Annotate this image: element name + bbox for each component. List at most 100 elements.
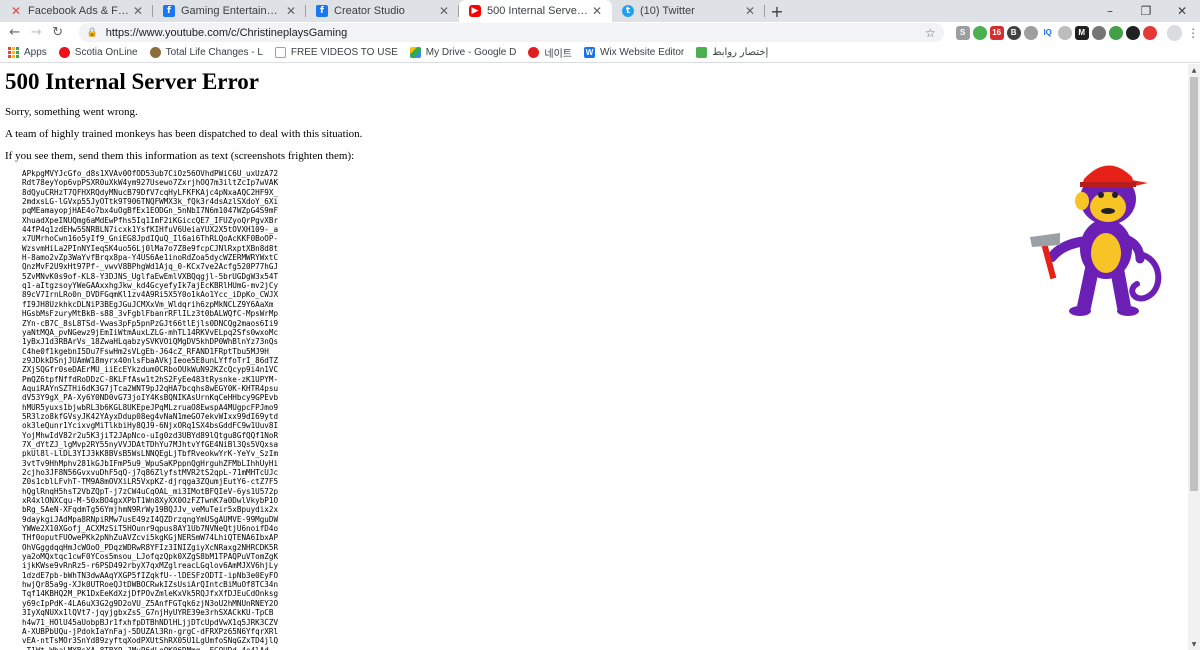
- debug-line: bRg_SAeN-XFqdmTg56YmjhmN9RrWy19BQJJv_veM…: [22, 505, 279, 515]
- debug-line: AquiRAYnSZTHi6dK3G7jTca2WNT9pJ2qHA7bcqhs…: [22, 383, 279, 393]
- extension-icon[interactable]: [1057, 25, 1072, 40]
- page-title: 500 Internal Server Error: [5, 69, 260, 94]
- close-tab-icon[interactable]: ✕: [284, 4, 298, 18]
- apps-icon: [8, 47, 19, 58]
- address-bar[interactable]: 🔒 https://www.youtube.com/c/Christinepla…: [78, 23, 944, 42]
- bookmark-apps[interactable]: Apps: [8, 47, 47, 58]
- new-tab-button[interactable]: +: [765, 0, 789, 22]
- monkeys-message: A team of highly trained monkeys has bee…: [5, 128, 363, 140]
- debug-line: 8dQyuCRHzT7QFHXRQdyMNucB79DfV7cqHyLFKFKA…: [22, 187, 279, 197]
- bookmark-link-shortener[interactable]: إختصار روابط: [696, 47, 768, 58]
- extension-icon[interactable]: IQ: [1040, 25, 1055, 40]
- extension-icon[interactable]: [972, 25, 987, 40]
- window-controls: – ❐ ✕: [1092, 0, 1200, 22]
- debug-line: 3vtTv9HhMphv281kGJbIFmP5u9_WpuSaKPppnQgH…: [22, 458, 279, 468]
- extension-icon[interactable]: S: [955, 25, 970, 40]
- debug-line: x7UMrhoCwn16o5yIf9_GniEG8JpdIQuQ_Il6ai6T…: [22, 234, 279, 244]
- tab-title: Facebook Ads & Facebook Marke: [28, 5, 131, 17]
- close-tab-icon[interactable]: ✕: [131, 4, 145, 18]
- debug-line: -T1Wt-WbaLMYBsYA-8TBX9-JMvP6dLeQK06DMmg_…: [22, 646, 1188, 650]
- debug-line: 2cjho3JF8N56GvxvuDhF5qQ-j7q86ZlyfstMVR2t…: [22, 468, 279, 477]
- debug-info-text: APkpgMVYJcGfo_d8s1XVAv0OfOD53ub7CiOz56OV…: [22, 169, 1188, 650]
- tab-twitter[interactable]: t (10) Twitter ✕: [612, 0, 765, 22]
- tab-title: (10) Twitter: [640, 5, 695, 17]
- extension-icon[interactable]: [1023, 25, 1038, 40]
- extension-icon[interactable]: [1125, 25, 1140, 40]
- close-tab-icon[interactable]: ✕: [590, 4, 604, 18]
- extension-icon[interactable]: 16: [989, 25, 1004, 40]
- scroll-up-icon[interactable]: ▲: [1188, 64, 1200, 76]
- bookmark-total-life-changes[interactable]: Total Life Changes - L: [149, 47, 263, 58]
- page-scrollbar[interactable]: ▲ ▼: [1188, 64, 1200, 650]
- extension-icon[interactable]: [1142, 25, 1157, 40]
- bookmark-label: Scotia OnLine: [74, 47, 138, 58]
- restore-icon[interactable]: ❐: [1128, 0, 1164, 22]
- debug-line: ya2oMQxtqc1cwF0YCos5msou_LJofqzQpk0XZgS8…: [22, 552, 279, 562]
- scroll-down-icon[interactable]: ▼: [1188, 638, 1200, 650]
- debug-line: 9daykgiJAdMpa8RNpiRMw7usE49zI4QZDrzqngYm…: [22, 514, 279, 524]
- error-message: Sorry, something went wrong.: [5, 106, 138, 118]
- close-window-icon[interactable]: ✕: [1164, 0, 1200, 22]
- tab-title: Gaming Entertainment: [181, 5, 284, 17]
- tab-gaming-entertainment[interactable]: f Gaming Entertainment ✕: [153, 0, 306, 22]
- tab-creator-studio[interactable]: f Creator Studio ✕: [306, 0, 459, 22]
- extension-icon[interactable]: [1108, 25, 1123, 40]
- debug-line: fI9JH8UzkhkcDLNiP3BEgJGuJCMXxVm_Wldqrih6…: [22, 299, 274, 309]
- menu-kebab-icon[interactable]: ⋮: [1186, 26, 1200, 40]
- tab-title: 500 Internal Server Error: [487, 5, 590, 17]
- page-icon: [274, 47, 286, 58]
- facebook-favicon-icon: f: [163, 5, 175, 17]
- debug-line: pkUl8l-LlDL3YIJ3kK8BVsB5WsLNNQEgLjTbfRve…: [22, 449, 279, 459]
- debug-line: 89cV7IrnLRo0n_DVDFGqmKl1zv4A9Ri5X5Y0o1kA…: [22, 290, 279, 300]
- close-tab-icon[interactable]: ✕: [437, 4, 451, 18]
- bookmark-my-drive[interactable]: My Drive - Google D: [409, 47, 516, 58]
- debug-line: YWWe2X10XGofj_ACXMzSiT5HOunr9qpus8AY1Ub7…: [22, 524, 279, 534]
- bookmark-wix[interactable]: W Wix Website Editor: [583, 47, 685, 58]
- scroll-thumb[interactable]: [1190, 77, 1198, 491]
- bookmark-free-videos[interactable]: FREE VIDEOS TO USE: [274, 47, 398, 58]
- bookmark-star-icon[interactable]: ☆: [925, 26, 936, 40]
- lock-icon[interactable]: 🔒: [87, 28, 98, 38]
- debug-instructions: If you see them, send them this informat…: [5, 150, 355, 162]
- debug-line: h4w71_HOlU45aUobpBJr1fxhfpDTBhNDlHLjjDTc…: [22, 617, 279, 627]
- debug-line: 1dzdE7pb-bWhTN3dwAAqYXGP5fIZqkfU--lDESFz…: [22, 570, 279, 580]
- bookmark-label: إختصار روابط: [712, 47, 769, 58]
- debug-line: QnzMvF2U9xHt97Pf-_vwvV8BPhgWd1Ajq_0-KCx7…: [22, 262, 279, 272]
- debug-line: y69cIpPdK-4LA6uX3G2g9D2oVU_Z5AnfFGTqk6zj…: [22, 598, 279, 608]
- tab-500-error[interactable]: ▶ 500 Internal Server Error ✕: [459, 0, 612, 22]
- debug-line: PmQZ6tpfNffdRoDDzC-8KLFfAsw1t2hS2FyEe483…: [22, 374, 279, 384]
- url-text[interactable]: https://www.youtube.com/c/Christineplays…: [106, 27, 925, 39]
- close-tab-icon[interactable]: ✕: [743, 4, 757, 18]
- bookmark-nate[interactable]: 네이트: [528, 45, 572, 60]
- debug-line: hMUR5yuxs1bjwbRL3b6KGL8UKEpeJPqMLzruaO8E…: [22, 402, 279, 412]
- twitter-favicon-icon: t: [622, 5, 634, 17]
- debug-line: XhuadXpeINUQmg6aMdEwPfhs5Iq1ImF2iKGiccQE…: [22, 215, 279, 225]
- debug-line: OhVGggdqqHmJcWOoO_PDqzWDRwR8YFIz3INIZgiy…: [22, 542, 279, 552]
- extension-icon[interactable]: B: [1006, 25, 1021, 40]
- bookmark-label: Wix Website Editor: [599, 47, 685, 58]
- ads-favicon-icon: ✕: [10, 4, 22, 18]
- debug-line: xR4xlONXCqu-M-50xBO4gxXPbT1Wn8XyXX0OzFZT…: [22, 496, 279, 506]
- debug-line: Rdt78eyYop6vpPSXR0uXkW4ym927Usewo7ZxrjhO…: [22, 178, 279, 188]
- extension-icon[interactable]: [1091, 25, 1106, 40]
- debug-line: YojMhwIdV82r2u5K3jiT2JApNco-uIg0zd3UBYd8…: [22, 430, 279, 440]
- drive-icon: [409, 47, 421, 58]
- facebook-favicon-icon: f: [316, 5, 328, 17]
- forward-arrow-icon[interactable]: →: [26, 22, 48, 43]
- debug-line: 2mdxsLG-lGVxp55JyOTtk9T906TNQFWMX3k_fQk3…: [22, 197, 279, 207]
- youtube-favicon-icon: ▶: [469, 5, 481, 17]
- reload-icon[interactable]: ↻: [47, 22, 69, 43]
- debug-line: hwjQr85a9g-XJk0UTRoeQJtDWBOCRwkIZsUsiArQ…: [22, 580, 279, 590]
- link-shortener-icon: [696, 47, 708, 58]
- bookmark-scotia[interactable]: Scotia OnLine: [58, 47, 138, 58]
- tab-title: Creator Studio: [334, 5, 405, 17]
- profile-avatar-icon[interactable]: [1166, 24, 1183, 41]
- minimize-icon[interactable]: –: [1092, 0, 1128, 22]
- debug-line: 1yBxJ1d3RBArVs_18ZwaHLqabzySVKVOiQMgDV5k…: [22, 337, 279, 347]
- extension-icon[interactable]: M: [1074, 25, 1089, 40]
- nate-icon: [528, 47, 540, 58]
- back-arrow-icon[interactable]: ←: [4, 22, 26, 43]
- bookmark-label: FREE VIDEOS TO USE: [290, 47, 398, 58]
- debug-line: C4he0f1kgebnI5Du7FswHm2sVLgEb-J64cZ_RFAN…: [22, 346, 269, 356]
- tab-facebook-ads[interactable]: ✕ Facebook Ads & Facebook Marke ✕: [0, 0, 153, 22]
